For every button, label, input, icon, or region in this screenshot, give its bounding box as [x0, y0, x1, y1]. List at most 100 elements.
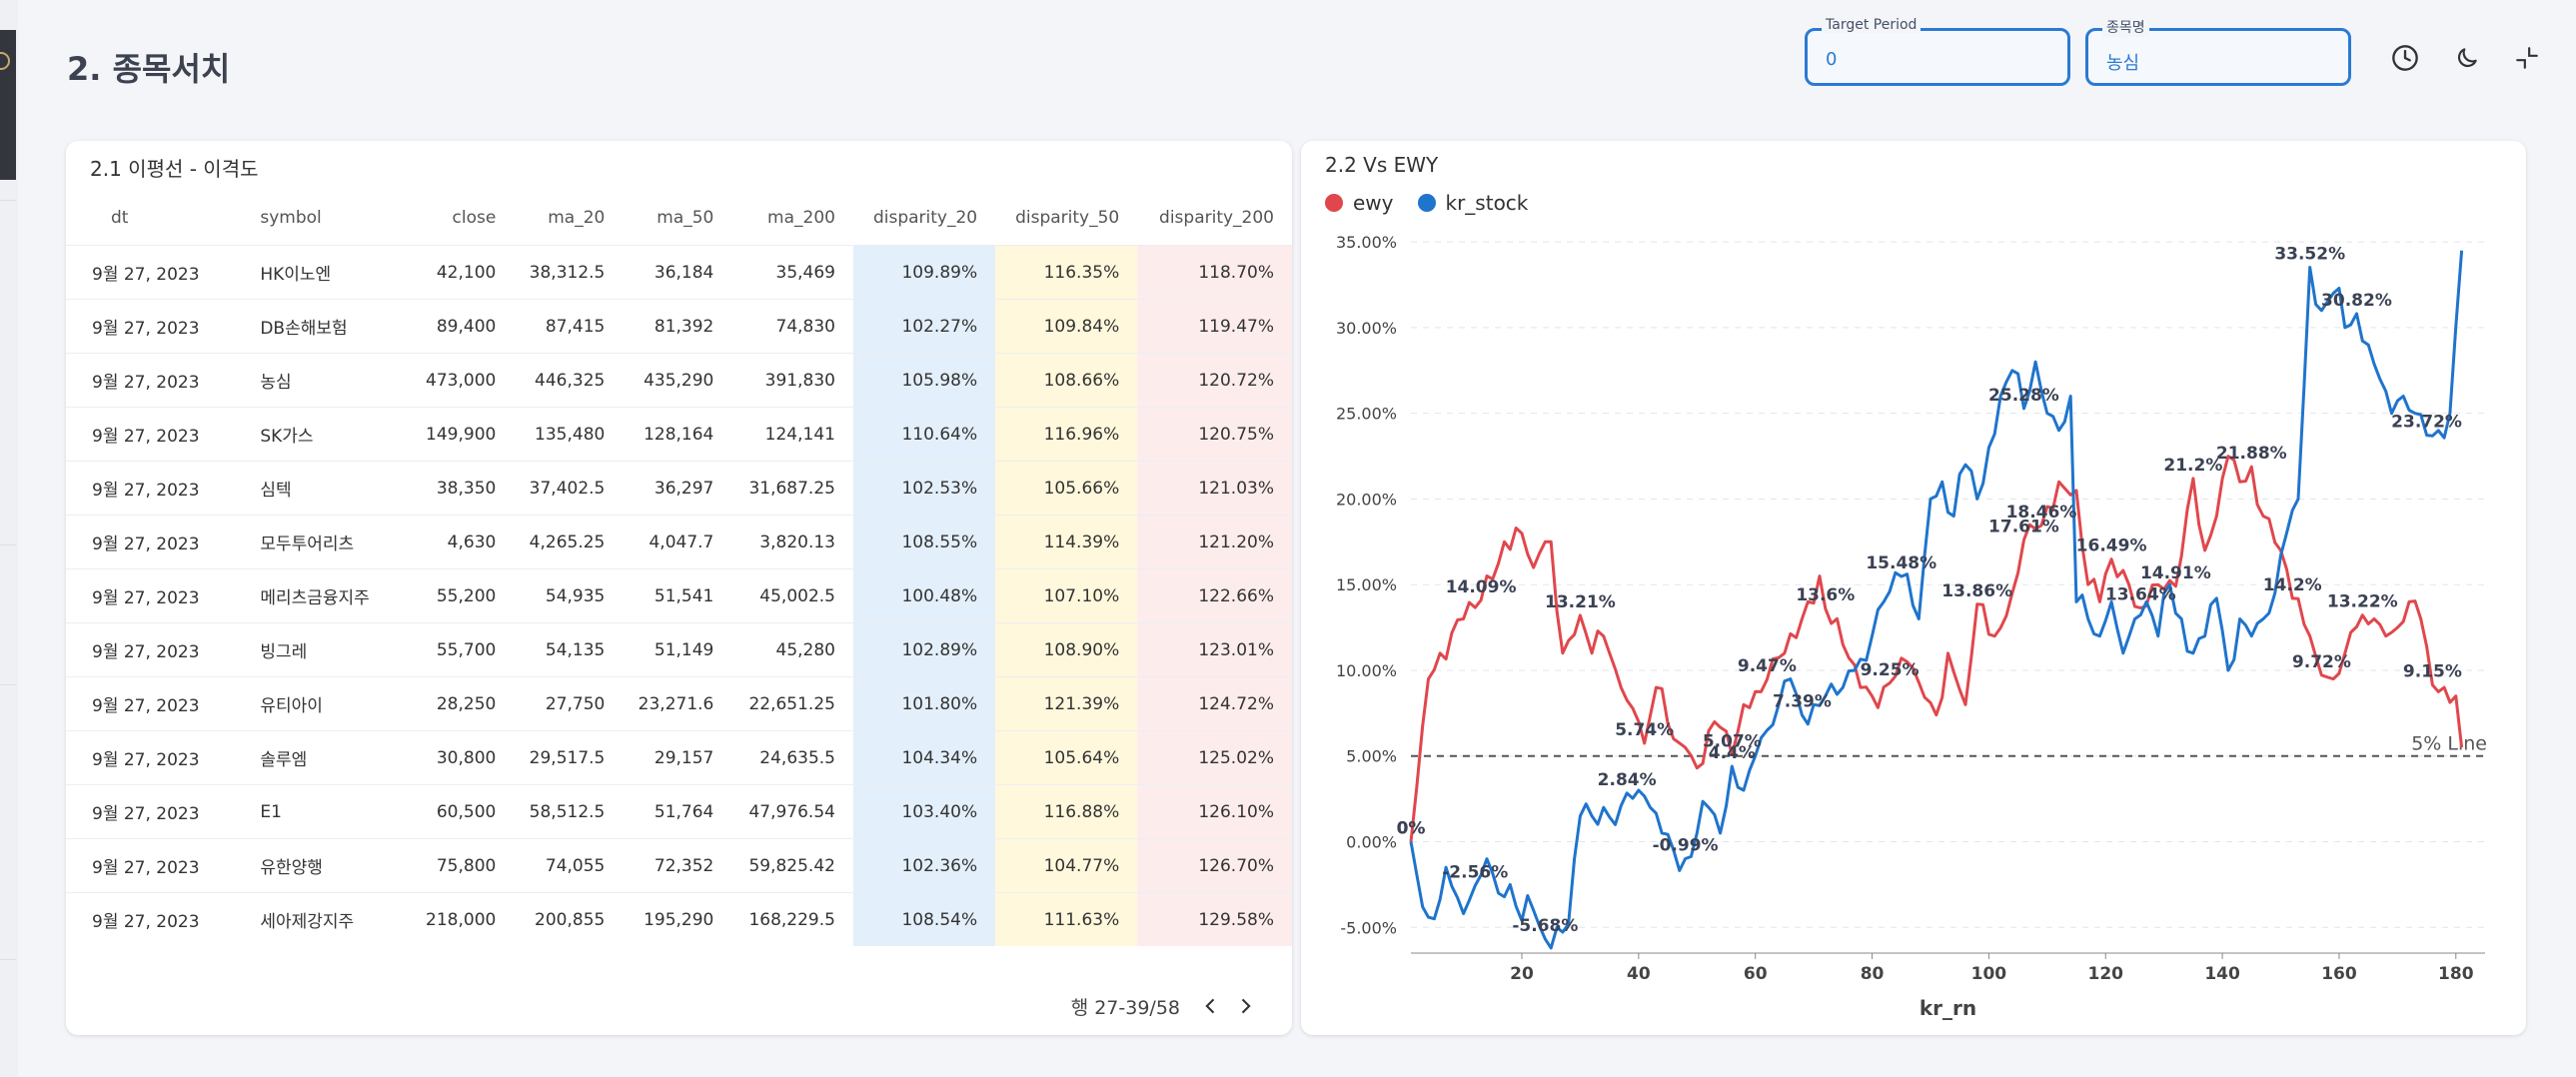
table-row[interactable]: 9월 27, 2023 유티아이 28,250 27,750 23,271.6 22,65… — [66, 676, 1292, 731]
cell-close: 28,250 — [411, 676, 515, 731]
left-sidebar-edge — [0, 0, 18, 1077]
cell-close: 75,800 — [411, 838, 515, 893]
cell-disparity-200: 120.72% — [1137, 353, 1292, 408]
column-header-disparity-50[interactable]: disparity_50 — [995, 191, 1137, 246]
cell-disparity-200: 125.02% — [1137, 730, 1292, 785]
data-label-ewy: 21.2% — [2163, 456, 2222, 476]
stock-name-label: 종목명 — [2102, 17, 2149, 37]
cell-disparity-20: 105.98% — [852, 353, 996, 408]
chevron-right-icon — [1241, 998, 1251, 1014]
stock-name-field[interactable]: 종목명 농심 — [2085, 17, 2351, 86]
history-button[interactable] — [2387, 40, 2423, 76]
column-header-ma-50[interactable]: ma_50 — [623, 191, 731, 246]
cell-ma-20: 37,402.5 — [514, 461, 624, 516]
cell-disparity-50: 121.39% — [995, 676, 1138, 731]
cell-disparity-20: 103.40% — [852, 784, 996, 839]
table-card-title: 2.1 이평선 - 이격도 — [90, 157, 259, 181]
cell-dt: 9월 27, 2023 — [66, 676, 243, 731]
table-row[interactable]: 9월 27, 2023 유한양행 75,800 74,055 72,352 59,825.… — [66, 838, 1292, 893]
data-label-kr-stock: 15.48% — [1866, 553, 1936, 573]
data-label-ewy: 14.91% — [2140, 563, 2211, 583]
table-body: 9월 27, 2023 HK이노엔 42,100 38,312.5 36,184 35,4… — [66, 245, 1292, 946]
cell-symbol: 유티아이 — [242, 676, 412, 731]
data-label-kr-stock: -2.56% — [1442, 862, 1508, 882]
data-label-kr-stock: 4.4% — [1709, 743, 1756, 763]
table-row[interactable]: 9월 27, 2023 세아제강지주 218,000 200,855 195,290 16… — [66, 892, 1292, 946]
table-row[interactable]: 9월 27, 2023 빙그레 55,700 54,135 51,149 45,280 10… — [66, 622, 1292, 677]
data-label-ewy: 18.46% — [2006, 503, 2077, 523]
cell-close: 149,900 — [411, 407, 515, 462]
clock-icon — [2392, 45, 2418, 71]
theme-toggle-button[interactable] — [2449, 40, 2485, 76]
cell-ma-50: 128,164 — [623, 407, 732, 462]
cell-disparity-20: 110.64% — [852, 407, 996, 462]
column-header-disparity-200[interactable]: disparity_200 — [1137, 191, 1292, 246]
target-period-input[interactable]: 0 — [1826, 49, 1837, 70]
cell-dt: 9월 27, 2023 — [66, 622, 243, 677]
table-row[interactable]: 9월 27, 2023 E1 60,500 58,512.5 51,764 47,976.… — [66, 784, 1292, 839]
cell-dt: 9월 27, 2023 — [66, 838, 243, 893]
x-tick-label: 80 — [1861, 964, 1885, 984]
cell-ma-20: 54,135 — [514, 622, 624, 677]
cell-disparity-20: 102.53% — [852, 461, 996, 516]
x-tick-label: 60 — [1744, 964, 1768, 984]
sidebar-divider — [0, 544, 16, 545]
data-label-ewy: 9.72% — [2292, 652, 2351, 672]
cell-disparity-50: 105.64% — [995, 730, 1138, 785]
cell-dt: 9월 27, 2023 — [66, 568, 243, 623]
cell-ma-20: 38,312.5 — [514, 245, 624, 300]
cell-close: 89,400 — [411, 299, 515, 354]
cell-disparity-50: 111.63% — [995, 892, 1138, 946]
table-row[interactable]: 9월 27, 2023 솔루엠 30,800 29,517.5 29,157 24,635… — [66, 730, 1292, 785]
x-tick-label: 160 — [2321, 964, 2357, 984]
data-label-kr-stock: -0.99% — [1653, 835, 1719, 855]
column-header-close[interactable]: close — [412, 191, 515, 246]
x-tick-label: 120 — [2087, 964, 2123, 984]
table-row[interactable]: 9월 27, 2023 메리츠금융지주 55,200 54,935 51,541 45,0… — [66, 568, 1292, 623]
column-header-ma-20[interactable]: ma_20 — [514, 191, 623, 246]
cell-ma-200: 35,469 — [731, 245, 853, 300]
cell-ma-20: 74,055 — [514, 838, 624, 893]
cell-ma-20: 29,517.5 — [514, 730, 624, 785]
table-row[interactable]: 9월 27, 2023 HK이노엔 42,100 38,312.5 36,184 35,4… — [66, 245, 1292, 300]
pagination: 행 27-39/58 — [1071, 989, 1262, 1023]
data-label-ewy: 5.74% — [1615, 720, 1674, 740]
data-label-ewy: 9.25% — [1861, 660, 1920, 680]
prev-page-button[interactable] — [1194, 989, 1228, 1023]
data-label-kr-stock: 7.39% — [1773, 692, 1832, 712]
column-header-disparity-20[interactable]: disparity_20 — [853, 191, 995, 246]
target-period-field[interactable]: Target Period 0 — [1805, 17, 2070, 86]
cell-ma-50: 195,290 — [623, 892, 732, 946]
cell-disparity-20: 101.80% — [852, 676, 996, 731]
target-period-label: Target Period — [1822, 17, 1922, 33]
cell-disparity-20: 108.55% — [852, 515, 996, 569]
column-header-symbol[interactable]: symbol — [242, 191, 411, 246]
cell-dt: 9월 27, 2023 — [66, 730, 243, 785]
sidebar-divider — [0, 684, 16, 685]
cell-ma-200: 45,002.5 — [731, 568, 853, 623]
y-tick-label: 5.00% — [1346, 747, 1397, 766]
table-row[interactable]: 9월 27, 2023 모두투어리츠 4,630 4,265.25 4,047.7 3,8… — [66, 515, 1292, 569]
table-row[interactable]: 9월 27, 2023 DB손해보험 89,400 87,415 81,392 74,83… — [66, 299, 1292, 354]
table-row[interactable]: 9월 27, 2023 농심 473,000 446,325 435,290 391,83… — [66, 353, 1292, 408]
table-row[interactable]: 9월 27, 2023 심텍 38,350 37,402.5 36,297 31,687.… — [66, 461, 1292, 516]
cell-disparity-200: 118.70% — [1137, 245, 1292, 300]
chevron-left-icon — [1205, 998, 1215, 1014]
collapse-button[interactable] — [2509, 40, 2545, 76]
cell-disparity-20: 100.48% — [852, 568, 996, 623]
next-page-button[interactable] — [1228, 989, 1262, 1023]
sidebar-divider — [0, 200, 16, 201]
cell-close: 38,350 — [411, 461, 515, 516]
cell-dt: 9월 27, 2023 — [66, 299, 243, 354]
reference-line-label: 5% Line — [2411, 733, 2487, 755]
stock-name-input[interactable]: 농심 — [2106, 49, 2139, 75]
cell-disparity-50: 109.84% — [995, 299, 1138, 354]
column-header-ma-200[interactable]: ma_200 — [731, 191, 853, 246]
cell-disparity-20: 102.36% — [852, 838, 996, 893]
cell-disparity-20: 104.34% — [852, 730, 996, 785]
cell-symbol: DB손해보험 — [242, 299, 412, 354]
cell-ma-200: 45,280 — [731, 622, 853, 677]
data-label-ewy: 14.09% — [1446, 577, 1517, 597]
table-row[interactable]: 9월 27, 2023 SK가스 149,900 135,480 128,164 124,… — [66, 407, 1292, 462]
column-header-dt[interactable]: dt — [66, 191, 242, 246]
